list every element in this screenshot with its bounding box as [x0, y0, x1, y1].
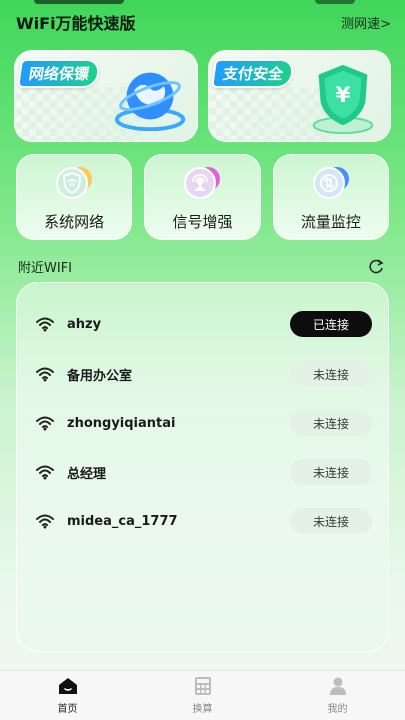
connection-status-button[interactable]: 未连接 — [290, 459, 372, 485]
speed-test-link[interactable]: 测网速> — [341, 13, 391, 32]
feature-system-network[interactable]: 系统网络 — [16, 154, 133, 240]
wifi-name: zhongyiqiantai — [67, 415, 176, 431]
status-bar-left — [34, 0, 124, 4]
globe-icon — [114, 72, 185, 132]
feature-traffic-monitor[interactable]: 流量监控 — [272, 154, 389, 240]
wifi-icon — [36, 367, 54, 382]
wifi-list-item[interactable]: midea_ca_1777 未连接 — [35, 508, 372, 534]
wifi-name: ahzy — [67, 316, 102, 332]
traffic-monitor-icon — [312, 166, 349, 199]
wifi-icon — [36, 514, 54, 529]
tab-label: 首页 — [57, 704, 78, 715]
connection-status-button[interactable]: 未连接 — [290, 508, 372, 534]
connection-status-button[interactable]: 未连接 — [290, 410, 372, 436]
person-icon — [329, 677, 346, 695]
tab-convert[interactable]: 换算 — [135, 671, 270, 720]
wifi-icon — [36, 416, 54, 431]
banner-label: 支付安全 — [210, 59, 295, 88]
wifi-list-item[interactable]: 备用办公室 未连接 — [35, 361, 372, 387]
wifi-list-item[interactable]: zhongyiqiantai 未连接 — [35, 410, 372, 436]
bottom-tab-bar: 首页 换算 我的 — [0, 670, 405, 720]
tab-label: 我的 — [327, 704, 348, 715]
banner-payment-security[interactable]: 支付安全 ¥ — [207, 50, 391, 142]
refresh-icon[interactable] — [367, 258, 385, 276]
banner-network-guard[interactable]: 网络保镖 — [14, 50, 198, 142]
feature-row: 系统网络 信号增强 流量监控 — [16, 154, 389, 240]
tab-mine[interactable]: 我的 — [270, 671, 405, 720]
nearby-wifi-title: 附近WIFI — [18, 261, 72, 276]
feature-label: 系统网络 — [44, 212, 105, 231]
nearby-wifi-header: 附近WIFI — [18, 257, 385, 276]
feature-signal-boost[interactable]: 信号增强 — [144, 154, 261, 240]
signal-boost-icon — [184, 166, 221, 199]
wifi-icon — [36, 465, 54, 480]
feature-label: 信号增强 — [172, 212, 233, 231]
tab-home[interactable]: 首页 — [0, 671, 135, 720]
banner-row: 网络保镖 支付安全 ¥ — [14, 50, 391, 142]
wifi-list-item[interactable]: ahzy 已连接 — [35, 311, 372, 337]
wifi-name: 总经理 — [67, 466, 107, 482]
banner-label: 网络保镖 — [16, 59, 102, 88]
connection-status-button[interactable]: 未连接 — [290, 361, 372, 387]
wifi-list-card: ahzy 已连接 备用办公室 未连接 zhongyiqiantai 未连接 总经… — [16, 282, 389, 652]
wifi-shield-icon — [56, 166, 93, 199]
app-title: WiFi万能快速版 — [16, 14, 136, 33]
wifi-name: midea_ca_1777 — [67, 513, 178, 529]
connection-status-button[interactable]: 已连接 — [290, 311, 372, 337]
wifi-list-item[interactable]: 总经理 未连接 — [35, 459, 372, 485]
wifi-icon — [36, 317, 54, 332]
shield-yuan-icon: ¥ — [312, 64, 374, 135]
tab-label: 换算 — [192, 704, 213, 715]
header: WiFi万能快速版 测网速> — [16, 10, 391, 34]
wifi-name: 备用办公室 — [67, 368, 133, 384]
svg-text:¥: ¥ — [336, 83, 351, 108]
calculator-icon — [194, 677, 211, 695]
feature-label: 流量监控 — [300, 212, 361, 231]
status-bar-right — [315, 0, 355, 4]
home-icon — [58, 678, 77, 694]
